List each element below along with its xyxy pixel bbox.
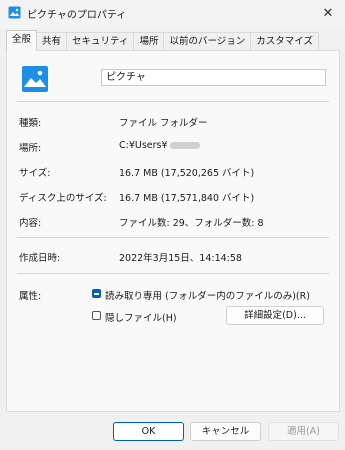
redacted-username (169, 142, 200, 149)
title-bar: ピクチャのプロパティ ✕ (0, 0, 345, 28)
divider (17, 273, 329, 274)
created-value: 2022年3月15日、14:14:58 (119, 253, 242, 264)
size-value: 16.7 MB (17,520,265 バイト) (119, 168, 255, 179)
contents-value: ファイル数: 29、フォルダー数: 8 (119, 218, 264, 229)
divider (17, 237, 329, 238)
tab-location[interactable]: 場所 (133, 32, 165, 51)
location-value: C:¥Users¥ (119, 140, 200, 151)
folder-name-input[interactable]: ピクチャ (101, 69, 326, 86)
hidden-label[interactable]: 隠しファイル(H) (105, 310, 177, 324)
readonly-label[interactable]: 読み取り専用 (フォルダー内のファイルのみ)(R) (105, 288, 310, 302)
contents-label: 内容: (19, 218, 42, 229)
window-title: ピクチャのプロパティ (27, 10, 127, 21)
readonly-checkbox[interactable] (92, 289, 101, 298)
advanced-button[interactable]: 詳細設定(D)... (226, 306, 324, 325)
type-value: ファイル フォルダー (119, 118, 208, 129)
pictures-folder-icon (22, 66, 48, 92)
tab-previous-versions[interactable]: 以前のバージョン (163, 32, 252, 51)
close-button[interactable]: ✕ (311, 0, 345, 26)
tab-security[interactable]: セキュリティ (66, 32, 135, 51)
hidden-checkbox[interactable] (92, 311, 101, 320)
location-label: 場所: (19, 143, 42, 154)
attributes-label: 属性: (19, 291, 42, 302)
tab-general[interactable]: 全般 (6, 30, 38, 51)
disk-size-label: ディスク上のサイズ: (19, 193, 107, 204)
divider (17, 101, 329, 102)
location-path: C:¥Users¥ (119, 140, 168, 151)
tab-customize[interactable]: カスタマイズ (250, 32, 320, 51)
close-icon: ✕ (322, 5, 334, 21)
cancel-button[interactable]: キャンセル (190, 422, 261, 441)
disk-size-value: 16.7 MB (17,571,840 バイト) (119, 193, 255, 204)
tab-sharing[interactable]: 共有 (36, 32, 68, 51)
type-label: 種類: (19, 118, 42, 129)
tab-strip: 全般 共有 セキュリティ 場所 以前のバージョン カスタマイズ (6, 30, 320, 51)
created-label: 作成日時: (19, 253, 61, 264)
ok-button[interactable]: OK (113, 422, 184, 441)
size-label: サイズ: (19, 168, 51, 179)
pictures-folder-icon (8, 6, 21, 19)
general-panel: ピクチャ 種類: ファイル フォルダー 場所: C:¥Users¥ サイズ: 1… (6, 50, 340, 412)
apply-button[interactable]: 適用(A) (268, 422, 339, 441)
dialog-footer: OK キャンセル 適用(A) (0, 410, 345, 450)
